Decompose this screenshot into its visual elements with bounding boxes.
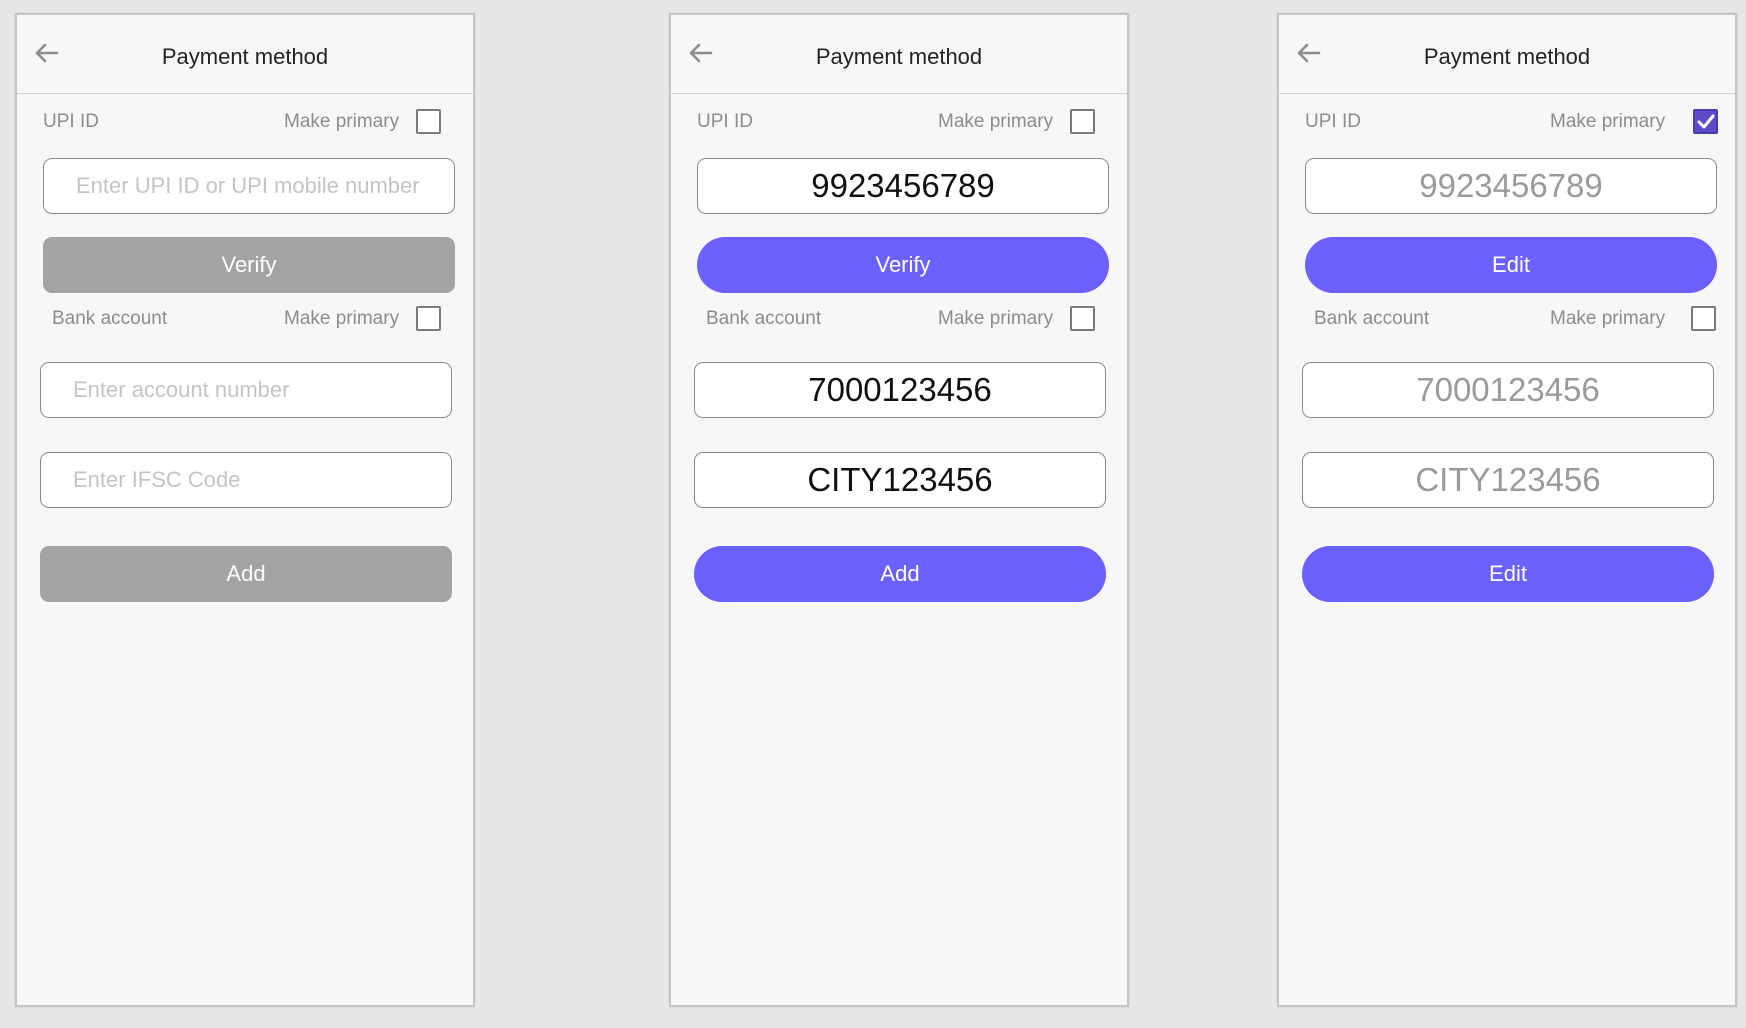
upi-make-primary-checkbox[interactable] [416,109,441,134]
edit-bank-button[interactable]: Edit [1302,546,1714,602]
account-number-value[interactable]: 7000123456 [1416,371,1600,409]
account-number-field[interactable] [40,362,452,418]
upi-make-primary-label: Make primary [284,111,400,132]
upi-id-value[interactable]: 9923456789 [1419,167,1603,205]
upi-id-label: UPI ID [43,111,99,132]
bank-account-label: Bank account [52,308,168,329]
payment-screen-empty: Payment method UPI ID Make primary Verif… [15,13,475,1007]
upi-id-label: UPI ID [1305,111,1361,132]
edit-upi-button[interactable]: Edit [1305,237,1717,293]
header: Payment method [671,15,1127,94]
bank-account-label: Bank account [1314,308,1430,329]
upi-id-field[interactable]: 9923456789 [1305,158,1717,214]
bank-make-primary-checkbox[interactable] [1070,306,1095,331]
ifsc-code-value[interactable]: CITY123456 [807,461,992,499]
page-title: Payment method [815,44,983,69]
verify-button[interactable]: Verify [43,237,455,293]
page-title: Payment method [1423,44,1591,69]
bank-make-primary-label: Make primary [284,308,400,329]
payment-screen-saved: Payment method UPI ID Make primary 99234… [1277,13,1737,1007]
page-title: Payment method [161,44,329,69]
account-number-value[interactable]: 7000123456 [808,371,992,409]
bank-make-primary-checkbox[interactable] [1691,306,1716,331]
bank-make-primary-label: Make primary [1550,308,1666,329]
verify-button[interactable]: Verify [697,237,1109,293]
account-number-field[interactable]: 7000123456 [1302,362,1714,418]
upi-make-primary-label: Make primary [938,111,1054,132]
upi-make-primary-label: Make primary [1550,111,1666,132]
payment-screen-filled: Payment method UPI ID Make primary 99234… [669,13,1129,1007]
ifsc-code-input[interactable] [41,467,451,493]
header: Payment method [1279,15,1735,94]
ifsc-code-field[interactable] [40,452,452,508]
header: Payment method [17,15,473,94]
upi-make-primary-checkbox[interactable] [1693,109,1718,134]
upi-id-input[interactable] [44,173,454,199]
upi-id-field[interactable] [43,158,455,214]
account-number-input[interactable] [41,377,451,403]
bank-account-label: Bank account [706,308,822,329]
ifsc-code-field[interactable]: CITY123456 [1302,452,1714,508]
account-number-field[interactable]: 7000123456 [694,362,1106,418]
upi-id-field[interactable]: 9923456789 [697,158,1109,214]
upi-id-value[interactable]: 9923456789 [811,167,995,205]
ifsc-code-field[interactable]: CITY123456 [694,452,1106,508]
ifsc-code-value[interactable]: CITY123456 [1415,461,1600,499]
add-button[interactable]: Add [40,546,452,602]
checkmark-icon [1697,114,1715,129]
bank-make-primary-checkbox[interactable] [416,306,441,331]
upi-make-primary-checkbox[interactable] [1070,109,1095,134]
bank-make-primary-label: Make primary [938,308,1054,329]
add-button[interactable]: Add [694,546,1106,602]
upi-id-label: UPI ID [697,111,753,132]
